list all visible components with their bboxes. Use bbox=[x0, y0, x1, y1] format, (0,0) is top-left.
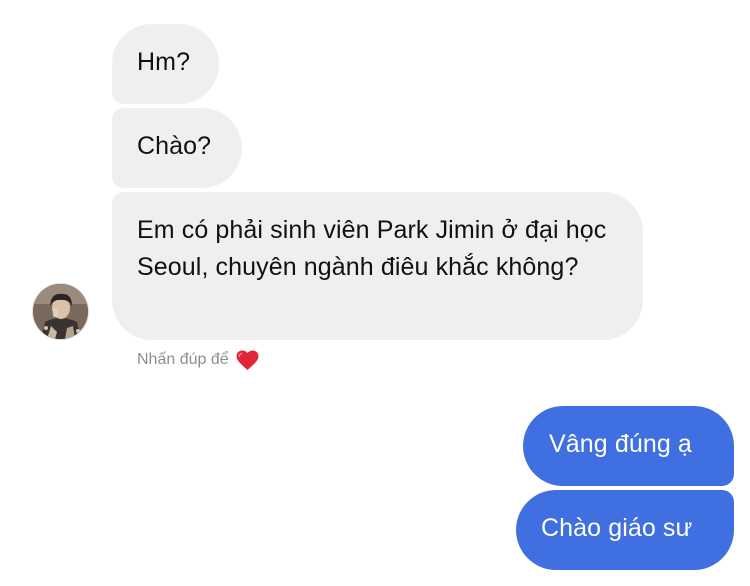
message-text: Hm? bbox=[137, 48, 191, 76]
chat-thread: Hm? Chào? Em có phải sinh viên Park Jimi… bbox=[0, 0, 750, 586]
message-text: Chào? bbox=[137, 132, 212, 160]
outgoing-message[interactable]: Vâng đúng ạ bbox=[523, 406, 734, 486]
sender-avatar[interactable] bbox=[33, 284, 88, 339]
message-text: Em có phải sinh viên Park Jimin ở đại họ… bbox=[137, 216, 607, 281]
message-text: Chào giáo sư bbox=[541, 514, 693, 542]
incoming-message[interactable]: Em có phải sinh viên Park Jimin ở đại họ… bbox=[112, 192, 643, 340]
outgoing-message[interactable]: Chào giáo sư bbox=[516, 490, 734, 570]
hint-text: Nhấn đúp để bbox=[137, 351, 229, 368]
double-tap-hint: Nhấn đúp để bbox=[137, 348, 259, 372]
message-text: Vâng đúng ạ bbox=[549, 430, 692, 458]
avatar-photo bbox=[33, 284, 88, 339]
heart-icon bbox=[236, 349, 259, 371]
incoming-message[interactable]: Chào? bbox=[112, 108, 242, 188]
incoming-message[interactable]: Hm? bbox=[112, 24, 219, 104]
